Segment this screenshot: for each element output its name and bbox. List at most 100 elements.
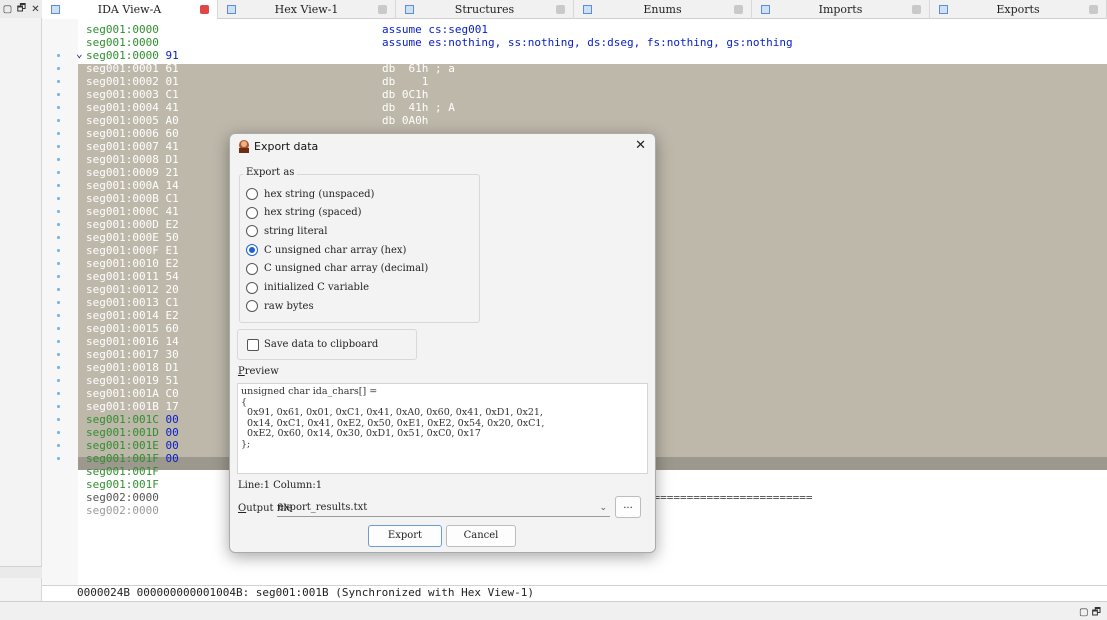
tab-close-icon[interactable] <box>734 5 743 14</box>
listing-line[interactable]: seg001:000F E1 <box>86 244 179 257</box>
listing-line[interactable]: seg001:0005 A0 <box>86 114 179 127</box>
tab-close-icon[interactable] <box>200 5 209 14</box>
listing-line[interactable]: seg001:001B 17 <box>86 400 179 413</box>
export-format-radio[interactable]: initialized C variable <box>246 280 369 296</box>
export-format-radio[interactable]: raw bytes <box>246 298 314 314</box>
line-byte: 00 <box>165 413 179 426</box>
line-byte: 00 <box>165 426 179 439</box>
tab-exports[interactable]: Exports <box>930 0 1107 19</box>
listing-line[interactable]: seg001:000A 14 <box>86 179 179 192</box>
close-icon[interactable]: ✕ <box>635 138 646 153</box>
listing-line[interactable]: seg001:0014 E2 <box>86 309 179 322</box>
listing-line[interactable]: seg001:0007 41 <box>86 140 179 153</box>
radio-button[interactable] <box>246 206 258 219</box>
tab-close-icon[interactable] <box>1089 5 1098 14</box>
tab-imports[interactable]: Imports <box>752 0 930 19</box>
breakpoint-dot-icon <box>57 431 60 434</box>
output-file-combobox[interactable]: export_results.txt ⌄ <box>277 500 610 517</box>
listing-line[interactable]: ⌄ seg001:0000 91 <box>76 47 179 62</box>
tab-close-icon[interactable] <box>556 5 565 14</box>
listing-line[interactable]: seg001:000B C1 <box>86 192 179 205</box>
listing-line[interactable]: seg001:0019 51 <box>86 374 179 387</box>
listing-operand: assume es:nothing, ss:nothing, ds:dseg, … <box>382 36 793 49</box>
browse-button[interactable]: ... <box>615 496 641 518</box>
line-address: seg001:0010 <box>86 257 159 270</box>
listing-line[interactable]: seg001:0000 <box>86 23 159 36</box>
ida-window: ▢ 🗗 ✕ IDA View-A Hex View-1 Structures E… <box>0 0 1107 620</box>
listing-line[interactable]: seg001:0002 01 <box>86 75 179 88</box>
listing-line[interactable]: seg001:0003 C1 <box>86 88 179 101</box>
breakpoint-dot-icon <box>57 210 60 213</box>
line-byte: 14 <box>165 179 179 192</box>
line-address: seg001:000A <box>86 179 159 192</box>
preview-textarea[interactable]: unsigned char ida_chars[] = { 0x91, 0x61… <box>237 383 648 474</box>
radio-button[interactable] <box>246 262 258 275</box>
export-format-radio[interactable]: C unsigned char array (decimal) <box>246 261 428 277</box>
window-controls-icon[interactable]: ▢ 🗗 <box>1079 605 1101 620</box>
listing-line[interactable]: seg001:0006 60 <box>86 127 179 140</box>
maximize-icon[interactable]: ▢ <box>1 4 14 15</box>
tab-hex-view-1[interactable]: Hex View-1 <box>218 0 396 19</box>
export-format-radio[interactable]: C unsigned char array (hex) <box>246 242 406 258</box>
listing-line[interactable]: seg002:0000 <box>86 491 159 504</box>
listing-line[interactable]: seg001:001E 00 <box>86 439 179 452</box>
radio-button[interactable] <box>246 244 258 257</box>
listing-gutter <box>42 19 78 585</box>
listing-line[interactable]: seg002:0000 <box>86 504 159 517</box>
listing-line[interactable]: seg001:000D E2 <box>86 218 179 231</box>
export-button[interactable]: Export <box>368 525 442 547</box>
tab-enums[interactable]: Enums <box>574 0 752 19</box>
listing-line[interactable]: seg001:0018 D1 <box>86 361 179 374</box>
listing-line[interactable]: seg001:0011 54 <box>86 270 179 283</box>
line-address: seg002:0000 <box>86 504 159 517</box>
listing-line[interactable]: seg001:0016 14 <box>86 335 179 348</box>
export-format-radio[interactable]: hex string (unspaced) <box>246 186 374 202</box>
line-byte: 14 <box>165 335 179 348</box>
export-format-radio[interactable]: hex string (spaced) <box>246 205 362 221</box>
chevron-down-icon[interactable]: ⌄ <box>599 500 607 516</box>
tab-label: Enums <box>643 3 682 16</box>
cancel-button[interactable]: Cancel <box>446 525 516 547</box>
listing-line[interactable]: seg001:0012 20 <box>86 283 179 296</box>
listing-line[interactable]: seg001:001A C0 <box>86 387 179 400</box>
dialog-titlebar[interactable]: Export data ✕ <box>230 134 655 160</box>
line-byte: E2 <box>165 218 179 231</box>
listing-line[interactable]: seg001:000C 41 <box>86 205 179 218</box>
line-byte: 91 <box>165 49 179 62</box>
line-byte: 20 <box>165 283 179 296</box>
line-byte: C0 <box>165 387 179 400</box>
radio-label: C unsigned char array (decimal) <box>264 263 429 275</box>
radio-button[interactable] <box>246 225 258 238</box>
left-panel-scrollbar[interactable] <box>0 566 42 578</box>
listing-line[interactable]: seg001:0010 E2 <box>86 257 179 270</box>
tab-structures[interactable]: Structures <box>396 0 574 19</box>
listing-line[interactable]: seg001:001D 00 <box>86 426 179 439</box>
listing-line[interactable]: seg001:0017 30 <box>86 348 179 361</box>
radio-button[interactable] <box>246 188 258 200</box>
listing-line[interactable]: seg001:001F <box>86 478 159 491</box>
listing-line[interactable]: seg001:0004 41 <box>86 101 179 114</box>
restore-icon[interactable]: 🗗 <box>15 1 28 18</box>
listing-line[interactable]: seg001:0000 <box>86 36 159 49</box>
listing-line[interactable]: seg001:0008 D1 <box>86 153 179 166</box>
radio-button[interactable] <box>246 300 258 313</box>
listing-line[interactable]: seg001:0015 60 <box>86 322 179 335</box>
listing-line[interactable]: seg001:0001 61 <box>86 62 179 75</box>
save-to-clipboard-checkbox[interactable] <box>247 339 259 351</box>
listing-line[interactable]: seg001:001F 00 <box>86 452 179 465</box>
listing-line[interactable]: seg001:001C 00 <box>86 413 179 426</box>
listing-line[interactable]: seg001:0013 C1 <box>86 296 179 309</box>
listing-line[interactable]: seg001:0009 21 <box>86 166 179 179</box>
line-address: seg001:000C <box>86 205 159 218</box>
listing-line[interactable]: seg001:001F <box>86 465 159 478</box>
line-address: seg001:0000 <box>86 36 159 49</box>
radio-button[interactable] <box>246 281 258 294</box>
listing-operand: db 61h ; a <box>382 62 455 75</box>
listing-line[interactable]: seg001:000E 50 <box>86 231 179 244</box>
chevron-down-icon[interactable]: ⌄ <box>76 47 83 60</box>
tab-ida-view-a[interactable]: IDA View-A <box>42 0 218 19</box>
tab-close-icon[interactable] <box>912 5 921 14</box>
export-format-radio[interactable]: string literal <box>246 223 327 239</box>
close-icon[interactable]: ✕ <box>29 4 42 15</box>
tab-close-icon[interactable] <box>378 5 387 14</box>
